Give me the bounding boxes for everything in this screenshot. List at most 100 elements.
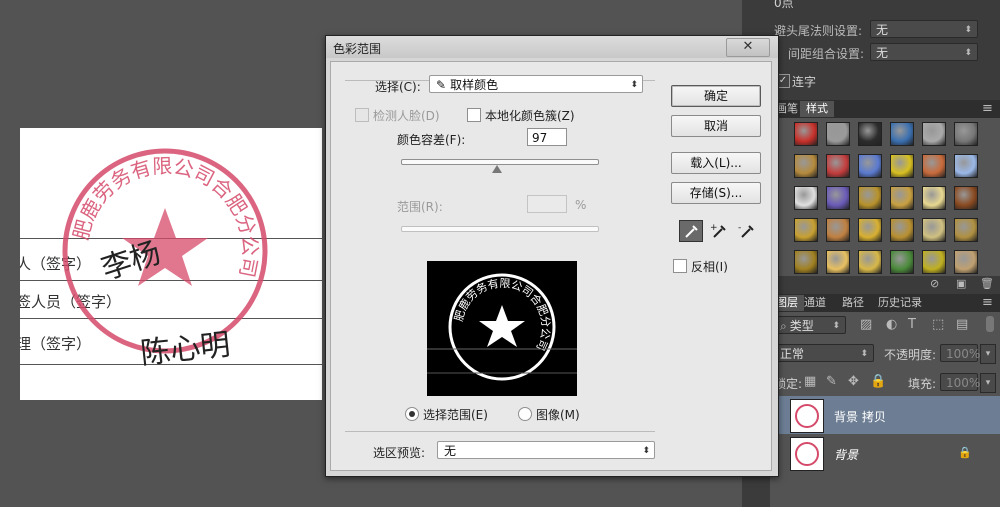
layer-name[interactable]: 背景 [834, 446, 858, 463]
svg-text:+: + [710, 223, 718, 233]
layer-filter-select[interactable]: ⌕ 类型 ⬍ [774, 316, 846, 334]
filter-smart-icon[interactable]: ▤ [956, 318, 968, 332]
filter-adjustment-icon[interactable]: ◐ [886, 318, 897, 332]
svg-text:-: - [738, 223, 741, 233]
close-button[interactable]: ✕ [726, 38, 770, 57]
style-preset-swatch[interactable] [890, 250, 914, 274]
layer-row-background[interactable]: 背景 🔒 [772, 434, 1000, 472]
layer-thumbnail [790, 399, 824, 433]
style-preset-swatch[interactable] [922, 250, 946, 274]
style-preset-swatch[interactable] [826, 154, 850, 178]
style-preset-swatch[interactable] [858, 186, 882, 210]
mojikumi-label: 间距组合设置: [788, 47, 865, 61]
filter-type-icon[interactable]: T [908, 318, 916, 332]
layers-panel-menu-icon[interactable]: ≡ [982, 296, 993, 310]
fill-dropdown[interactable]: ▾ [980, 373, 996, 393]
style-preset-swatch[interactable] [922, 186, 946, 210]
radio-selection[interactable] [405, 407, 419, 421]
lock-icon: 🔒 [958, 446, 972, 459]
save-button[interactable]: 存储(S)... [671, 182, 761, 204]
selection-preview-dropdown[interactable]: 无 ⬍ [437, 441, 655, 459]
close-icon: ✕ [742, 39, 754, 54]
load-button[interactable]: 载入(L)... [671, 152, 761, 174]
tab-styles[interactable]: 样式 [800, 101, 834, 117]
eyedropper-minus-icon: - [738, 223, 754, 238]
fuzziness-slider-thumb[interactable] [492, 165, 503, 173]
detect-faces-checkbox[interactable] [355, 108, 369, 122]
range-label: 范围(R): [397, 200, 443, 214]
filter-toggle[interactable] [986, 316, 994, 332]
ok-button[interactable]: 确定 [671, 85, 761, 107]
kinsoku-select[interactable]: 无 ⬍ [870, 20, 978, 38]
radio-image[interactable] [518, 407, 532, 421]
opacity-field[interactable]: 100% [940, 344, 980, 362]
lock-position-icon[interactable]: ✥ [848, 375, 859, 389]
tab-paths[interactable]: 路径 [836, 295, 870, 311]
range-slider[interactable] [401, 226, 599, 232]
blend-mode-select[interactable]: 正常 ⬍ [774, 344, 874, 362]
style-preset-swatch[interactable] [794, 250, 818, 274]
lock-all-icon[interactable]: 🔒 [870, 375, 886, 389]
style-preset-swatch[interactable] [826, 122, 850, 146]
dialog-titlebar[interactable]: 色彩范围 ✕ [326, 36, 778, 58]
style-preset-swatch[interactable] [794, 154, 818, 178]
style-preset-swatch[interactable] [890, 186, 914, 210]
style-preset-swatch[interactable] [954, 218, 978, 242]
style-preset-swatch[interactable] [890, 218, 914, 242]
tab-history[interactable]: 历史记录 [872, 295, 928, 311]
opacity-dropdown[interactable]: ▾ [980, 344, 996, 364]
style-preset-swatch[interactable] [858, 122, 882, 146]
company-stamp: 肥鹿劳务有限公司合肥分公司 [62, 148, 268, 354]
style-preset-swatch[interactable] [922, 154, 946, 178]
localized-clusters-checkbox[interactable] [467, 108, 481, 122]
cancel-button[interactable]: 取消 [671, 115, 761, 137]
lock-pixels-icon[interactable]: ✎ [826, 375, 837, 389]
color-range-dialog: 色彩范围 ✕ 选择(C): ✎ 取样颜色 ⬍ 检测人脸(D) 本地化颜色簇(Z) 颜… [325, 35, 779, 477]
delete-style-icon[interactable]: ⊘ [930, 277, 939, 291]
style-preset-swatch[interactable] [826, 218, 850, 242]
eyedropper-plus-icon: + [710, 223, 726, 238]
eyedropper-tool[interactable] [679, 220, 703, 242]
style-preset-swatch[interactable] [890, 154, 914, 178]
radio-selection-label: 选择范围(E) [423, 408, 488, 422]
style-preset-swatch[interactable] [794, 218, 818, 242]
right-panels: 0点 避头尾法则设置: 无 ⬍ 间距组合设置: 无 ⬍ ✓ 连字 画笔 样式 ≡ ⊘… [742, 0, 1000, 507]
style-preset-swatch[interactable] [922, 122, 946, 146]
style-preset-swatch[interactable] [794, 186, 818, 210]
panel-menu-icon[interactable]: ≡ [982, 102, 993, 116]
trash-icon[interactable]: 🗑 [980, 277, 994, 291]
style-preset-swatch[interactable] [954, 154, 978, 178]
style-preset-swatch[interactable] [826, 250, 850, 274]
range-input[interactable] [527, 195, 567, 213]
character-panel-top-value: 0点 [774, 0, 794, 10]
style-preset-swatch[interactable] [826, 186, 850, 210]
new-style-icon[interactable]: ▣ [956, 277, 966, 291]
fill-field[interactable]: 100% [940, 373, 980, 391]
layer-name[interactable]: 背景 拷贝 [834, 408, 886, 425]
range-percent: % [575, 198, 587, 212]
style-preset-swatch[interactable] [858, 154, 882, 178]
filter-shape-icon[interactable]: ⬚ [932, 318, 944, 332]
style-preset-swatch[interactable] [954, 122, 978, 146]
filter-pixel-icon[interactable]: ▨ [860, 318, 872, 332]
fill-label: 填充: [908, 377, 937, 391]
lock-transparency-icon[interactable]: ▦ [804, 375, 816, 389]
style-preset-swatch[interactable] [922, 218, 946, 242]
fuzziness-input[interactable]: 97 [527, 128, 567, 146]
tab-channels[interactable]: 通道 [798, 295, 832, 311]
add-to-sample-tool[interactable]: + [707, 220, 731, 242]
layer-row-background-copy[interactable]: 背景 拷贝 [772, 396, 1000, 434]
style-preset-swatch[interactable] [954, 250, 978, 274]
invert-checkbox[interactable] [673, 259, 687, 273]
mojikumi-select[interactable]: 无 ⬍ [870, 43, 978, 61]
document-canvas[interactable]: 人（签字） 签人员（签字） 理（签字） 肥鹿劳务有限公司合肥分公司 李杨 陈心明 [20, 128, 322, 400]
localized-clusters-label: 本地化颜色簇(Z) [485, 109, 575, 123]
subtract-from-sample-tool[interactable]: - [735, 220, 759, 242]
style-preset-swatch[interactable] [858, 250, 882, 274]
style-preset-swatch[interactable] [954, 186, 978, 210]
select-label: 选择(C): [375, 80, 421, 94]
style-preset-swatch[interactable] [858, 218, 882, 242]
style-preset-swatch[interactable] [794, 122, 818, 146]
style-preset-swatch[interactable] [890, 122, 914, 146]
select-dropdown[interactable]: ✎ 取样颜色 ⬍ [429, 75, 643, 93]
